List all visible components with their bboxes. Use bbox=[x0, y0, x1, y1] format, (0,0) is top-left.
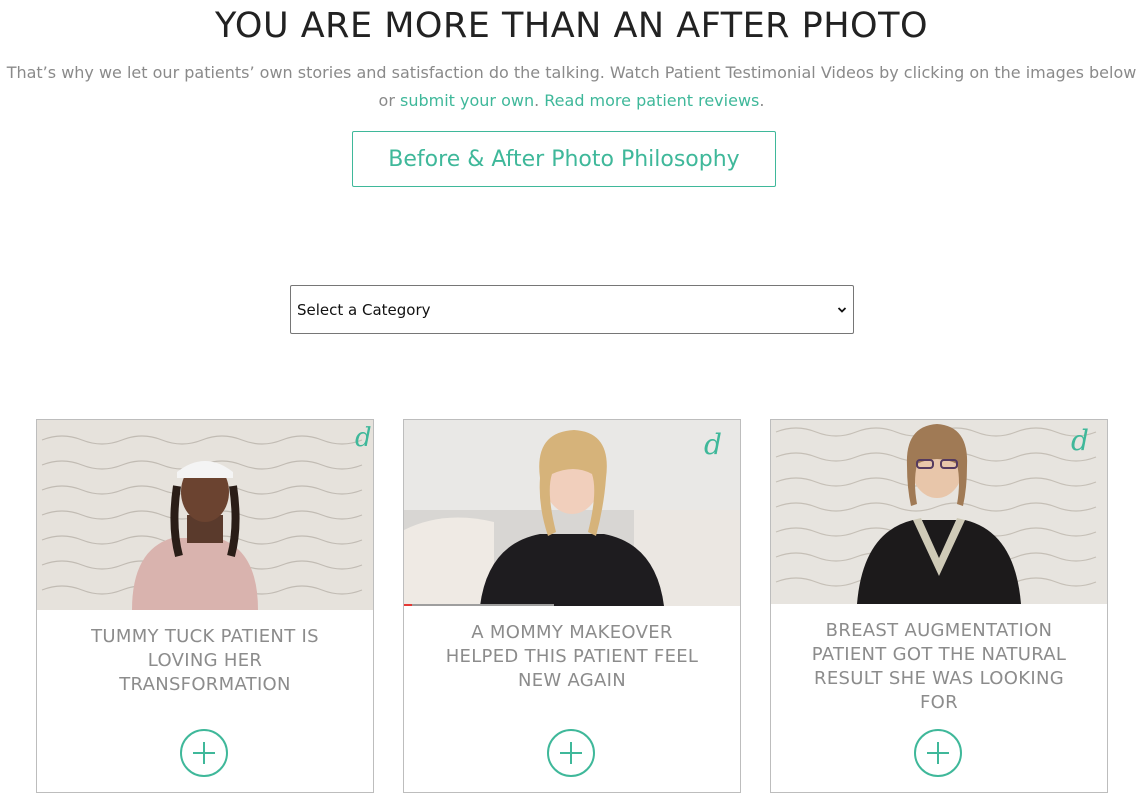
svg-text:d: d bbox=[704, 428, 722, 461]
intro-text: That’s why we let our patients’ own stor… bbox=[0, 59, 1143, 115]
photo-philosophy-button[interactable]: Before & After Photo Philosophy bbox=[352, 131, 776, 187]
intro-text-end: . bbox=[759, 91, 765, 110]
card-title: A MOMMY MAKEOVER HELPED THIS PATIENT FEE… bbox=[445, 622, 699, 691]
video-thumbnail[interactable]: d bbox=[771, 420, 1107, 610]
svg-text:d: d bbox=[1071, 424, 1089, 457]
card-title: TUMMY TUCK PATIENT IS LOVING HER TRANSFO… bbox=[91, 626, 319, 695]
video-thumbnail-image: d bbox=[771, 420, 1107, 604]
video-thumbnail[interactable]: d bbox=[37, 420, 373, 610]
testimonial-card[interactable]: d A MOMMY MAKEOVER HELPED THIS PATIENT F… bbox=[403, 419, 741, 793]
plus-icon[interactable] bbox=[180, 729, 228, 777]
category-select[interactable]: Select a Category bbox=[290, 285, 854, 334]
category-select-value: Select a Category bbox=[297, 300, 431, 319]
video-thumbnail-image: d bbox=[404, 420, 740, 606]
plus-icon[interactable] bbox=[547, 729, 595, 777]
testimonial-card[interactable]: d TUMMY TUCK PATIENT IS LOVING HER TRANS… bbox=[36, 419, 374, 793]
intro-text-mid: . bbox=[534, 91, 545, 110]
chevron-down-icon bbox=[837, 306, 847, 313]
video-thumbnail-image: d bbox=[37, 420, 373, 610]
page-title: YOU ARE MORE THAN AN AFTER PHOTO bbox=[214, 6, 929, 46]
testimonial-card[interactable]: d BREAST AUGMENTATION PATIENT GOT THE NA… bbox=[770, 419, 1108, 793]
svg-text:d: d bbox=[355, 423, 372, 453]
submit-your-own-link[interactable]: submit your own bbox=[400, 91, 534, 110]
plus-icon[interactable] bbox=[914, 729, 962, 777]
read-more-reviews-link[interactable]: Read more patient reviews bbox=[544, 91, 759, 110]
video-thumbnail[interactable]: d bbox=[404, 420, 740, 610]
testimonials-page: YOU ARE MORE THAN AN AFTER PHOTO That’s … bbox=[0, 0, 1143, 802]
card-title: BREAST AUGMENTATION PATIENT GOT THE NATU… bbox=[811, 620, 1067, 713]
